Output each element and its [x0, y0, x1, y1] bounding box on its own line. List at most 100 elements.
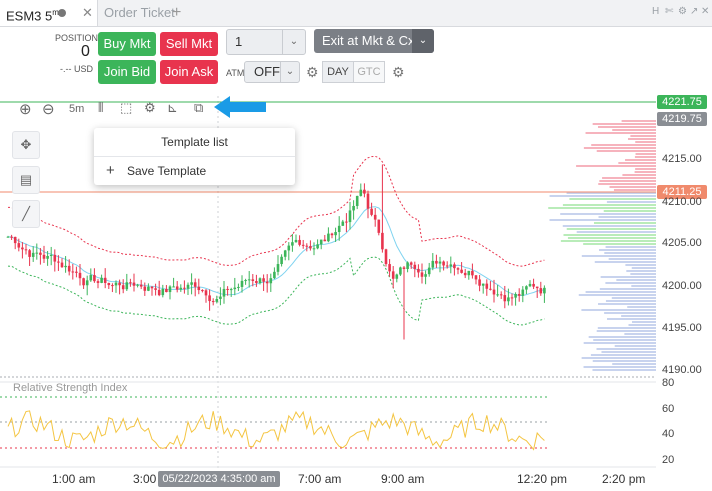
tab-order-ticket-label: Order Ticket	[104, 5, 175, 20]
plus-icon: +	[106, 162, 115, 179]
volume-profile-bar	[560, 240, 656, 242]
save-template-item[interactable]: + Save Template	[94, 157, 295, 185]
selection-icon[interactable]: ⬚	[120, 100, 132, 116]
atm-label: ATM	[226, 68, 245, 78]
volume-profile-bar	[588, 336, 656, 338]
template-list-title: Template list	[94, 128, 295, 157]
volume-profile-bar	[631, 267, 656, 269]
volume-profile-bar	[593, 222, 656, 224]
volume-profile-bar	[621, 120, 656, 122]
session-gtc-toggle[interactable]: GTC	[353, 61, 385, 83]
volume-profile-bar	[566, 228, 656, 230]
volume-profile-bar	[567, 237, 656, 239]
draw-line-icon[interactable]: ╱	[12, 200, 40, 228]
price-label: 4190.00	[662, 364, 702, 376]
popout-icon[interactable]: ↗	[690, 6, 698, 17]
tab-esm3-chart[interactable]: ESM3 5m ✕	[0, 0, 98, 26]
volume-profile-bar	[605, 282, 656, 284]
volume-profile-bar	[597, 327, 656, 329]
volume-profile-bar	[624, 333, 656, 335]
price-label: 4200.00	[662, 280, 702, 292]
settings-icon[interactable]: ⚙	[144, 100, 156, 116]
indicators-icon[interactable]: ⊾	[167, 100, 178, 116]
buy-mkt-button[interactable]: Buy Mkt	[98, 32, 156, 56]
volume-profile-bar	[613, 189, 656, 191]
volume-profile-bar	[630, 135, 656, 137]
atm-settings-icon[interactable]: ⚙	[306, 64, 319, 81]
quantity-value: 1	[235, 34, 243, 49]
crosshair-icon[interactable]: ✥	[12, 131, 40, 159]
interval-selector[interactable]: 5m	[69, 103, 84, 115]
zoom-out-icon[interactable]: ⊖	[42, 100, 55, 118]
volume-profile-bar	[614, 345, 656, 347]
tab-bar: ESM3 5m ✕ Order Ticket + H ✄ ⚙ ↗ ✕	[0, 0, 712, 27]
volume-profile-bar	[599, 288, 656, 290]
volume-profile-bar	[596, 348, 656, 350]
rsi-level: 40	[662, 428, 675, 440]
volume-profile-bar	[625, 159, 656, 161]
zoom-in-icon[interactable]: ⊕	[19, 100, 32, 118]
volume-profile-bar	[632, 321, 656, 323]
join-ask-button[interactable]: Join Ask	[160, 60, 218, 84]
rsi-level: 20	[662, 454, 675, 466]
chevron-down-icon[interactable]: ⌄	[412, 29, 434, 53]
time-label: 1:00 am	[52, 472, 96, 486]
volume-profile-bar	[605, 300, 656, 302]
volume-profile-bar	[627, 138, 656, 140]
position-label: POSITION	[55, 33, 99, 43]
template-icon[interactable]: ⧉	[194, 100, 203, 116]
atm-select[interactable]: OFF ⌄	[244, 61, 300, 83]
exit-label: Exit at Mkt & Cxl	[322, 33, 418, 48]
volume-profile-bar	[606, 201, 656, 203]
volume-profile-bar	[635, 153, 656, 155]
volume-profile-bar	[581, 357, 656, 359]
volume-profile-bar	[612, 129, 656, 131]
volume-profile-bar	[583, 342, 656, 344]
close-tab-icon[interactable]: ✕	[82, 0, 93, 26]
exit-at-mkt-button[interactable]: Exit at Mkt & Cxl ⌄	[314, 29, 434, 53]
volume-profile-bar	[600, 276, 656, 278]
volume-profile-bar	[549, 195, 656, 197]
time-label: 7:00 am	[298, 472, 342, 486]
volume-profile-bar	[597, 126, 656, 128]
volume-profile-bar	[618, 162, 656, 164]
add-tab-icon[interactable]: +	[172, 0, 188, 26]
volume-profile-bar	[592, 360, 656, 362]
settings-icon[interactable]: ⚙	[678, 6, 687, 17]
volume-profile-bar	[585, 132, 656, 134]
volume-profile-bar	[578, 294, 656, 296]
close-window-icon[interactable]: ✕	[701, 6, 709, 17]
volume-profile-bar	[602, 177, 656, 179]
volume-profile-bar	[598, 183, 656, 185]
link-icon[interactable]: ✄	[665, 6, 673, 17]
price-label: 4195.00	[662, 322, 702, 334]
price-label: 4210.00	[662, 196, 702, 208]
join-bid-button[interactable]: Join Bid	[98, 60, 156, 84]
volume-profile-bar	[628, 324, 656, 326]
notes-icon[interactable]: ▤	[12, 166, 40, 194]
volume-profile-bar	[560, 213, 656, 215]
chevron-down-icon: ⌄	[282, 30, 305, 54]
volume-profile-bar	[603, 210, 656, 212]
quantity-select[interactable]: 1 ⌄	[226, 29, 306, 55]
chevron-down-icon: ⌄	[280, 62, 299, 82]
order-settings-icon[interactable]: ⚙	[392, 64, 405, 81]
volume-profile-bar	[569, 198, 656, 200]
volume-profile-bar	[562, 204, 656, 206]
volume-profile-bar	[607, 318, 656, 320]
volume-profile-bar	[591, 144, 656, 146]
volume-profile-bar	[635, 141, 656, 143]
window-h-icon[interactable]: H	[652, 6, 659, 17]
rsi-level: 80	[662, 377, 675, 389]
candle-type-icon[interactable]: ⫴	[98, 100, 103, 116]
session-day-toggle[interactable]: DAY	[322, 61, 354, 83]
tab-esm3-label: ESM3 5m	[6, 8, 59, 24]
time-label: 3:00	[133, 472, 157, 486]
volume-profile-bar	[598, 216, 656, 218]
volume-profile-bar	[549, 219, 656, 221]
volume-profile-bar	[605, 246, 656, 248]
sell-mkt-button[interactable]: Sell Mkt	[160, 32, 218, 56]
volume-profile-bar	[581, 309, 656, 311]
volume-profile-bar	[599, 180, 656, 182]
volume-profile-bar	[596, 330, 656, 332]
